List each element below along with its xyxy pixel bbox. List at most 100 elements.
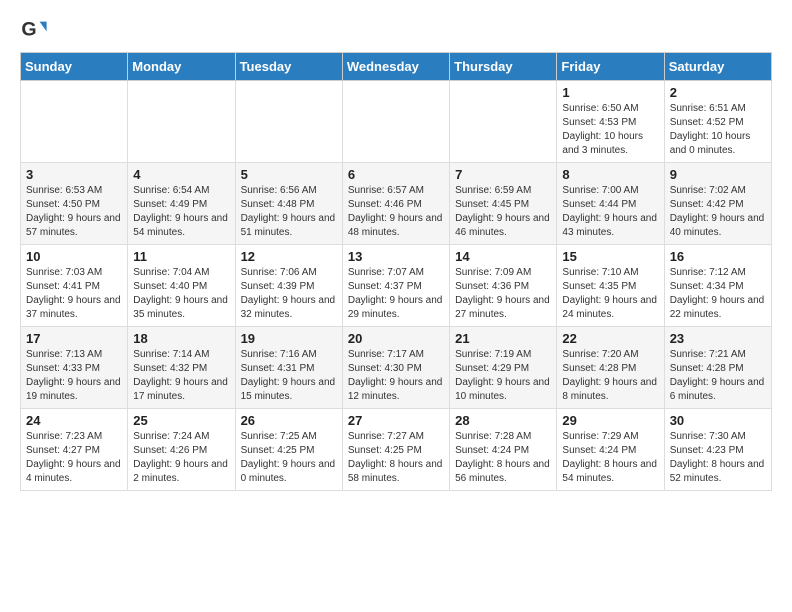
svg-text:G: G [21, 19, 36, 41]
day-info: Sunrise: 7:06 AM Sunset: 4:39 PM Dayligh… [241, 266, 337, 322]
calendar-cell: 18 Sunrise: 7:14 AM Sunset: 4:32 PM Dayli… [128, 327, 235, 409]
day-number: 12 [241, 249, 337, 264]
day-number: 9 [670, 167, 766, 182]
calendar-cell: 30 Sunrise: 7:30 AM Sunset: 4:23 PM Dayli… [664, 409, 771, 491]
day-number: 29 [562, 413, 658, 428]
header-monday: Monday [128, 53, 235, 81]
day-number: 6 [348, 167, 444, 182]
calendar-cell [128, 81, 235, 163]
day-info: Sunrise: 6:56 AM Sunset: 4:48 PM Dayligh… [241, 184, 337, 240]
calendar-cell: 22 Sunrise: 7:20 AM Sunset: 4:28 PM Dayli… [557, 327, 664, 409]
calendar-cell: 6 Sunrise: 6:57 AM Sunset: 4:46 PM Daylig… [342, 163, 449, 245]
day-number: 16 [670, 249, 766, 264]
day-info: Sunrise: 7:04 AM Sunset: 4:40 PM Dayligh… [133, 266, 229, 322]
day-info: Sunrise: 6:59 AM Sunset: 4:45 PM Dayligh… [455, 184, 551, 240]
day-number: 28 [455, 413, 551, 428]
calendar-cell: 28 Sunrise: 7:28 AM Sunset: 4:24 PM Dayli… [450, 409, 557, 491]
day-number: 19 [241, 331, 337, 346]
day-info: Sunrise: 7:24 AM Sunset: 4:26 PM Dayligh… [133, 430, 229, 486]
day-number: 7 [455, 167, 551, 182]
day-info: Sunrise: 7:28 AM Sunset: 4:24 PM Dayligh… [455, 430, 551, 486]
day-info: Sunrise: 7:19 AM Sunset: 4:29 PM Dayligh… [455, 348, 551, 404]
header-tuesday: Tuesday [235, 53, 342, 81]
day-info: Sunrise: 6:53 AM Sunset: 4:50 PM Dayligh… [26, 184, 122, 240]
day-number: 20 [348, 331, 444, 346]
logo: G [20, 16, 52, 44]
calendar-cell: 17Sunrise: 7:13 AM Sunset: 4:33 PM Dayli… [21, 327, 128, 409]
day-number: 10 [26, 249, 122, 264]
day-number: 13 [348, 249, 444, 264]
calendar-cell [235, 81, 342, 163]
calendar-cell: 25Sunrise: 7:24 AM Sunset: 4:26 PM Dayli… [128, 409, 235, 491]
day-info: Sunrise: 7:16 AM Sunset: 4:31 PM Dayligh… [241, 348, 337, 404]
day-info: Sunrise: 7:14 AM Sunset: 4:32 PM Dayligh… [133, 348, 229, 404]
day-number: 27 [348, 413, 444, 428]
day-info: Sunrise: 7:13 AM Sunset: 4:33 PM Dayligh… [26, 348, 122, 404]
day-number: 18 [133, 331, 229, 346]
header-sunday: Sunday [21, 53, 128, 81]
calendar-row-4: 24 Sunrise: 7:23 AM Sunset: 4:27 PM Dayli… [21, 409, 772, 491]
day-info: Sunrise: 7:00 AM Sunset: 4:44 PM Dayligh… [562, 184, 658, 240]
day-number: 14 [455, 249, 551, 264]
header-wednesday: Wednesday [342, 53, 449, 81]
calendar-row-2: 10 Sunrise: 7:03 AM Sunset: 4:41 PM Dayli… [21, 245, 772, 327]
calendar-cell: 21 Sunrise: 7:19 AM Sunset: 4:29 PM Dayli… [450, 327, 557, 409]
calendar-cell: 2 Sunrise: 6:51 AM Sunset: 4:52 PM Daylig… [664, 81, 771, 163]
calendar-cell: 7 Sunrise: 6:59 AM Sunset: 4:45 PM Daylig… [450, 163, 557, 245]
calendar-row-0: 1Sunrise: 6:50 AM Sunset: 4:53 PM Daylig… [21, 81, 772, 163]
day-info: Sunrise: 7:25 AM Sunset: 4:25 PM Dayligh… [241, 430, 337, 486]
calendar-cell [342, 81, 449, 163]
day-info: Sunrise: 7:27 AM Sunset: 4:25 PM Dayligh… [348, 430, 444, 486]
day-info: Sunrise: 7:07 AM Sunset: 4:37 PM Dayligh… [348, 266, 444, 322]
calendar-cell: 5 Sunrise: 6:56 AM Sunset: 4:48 PM Daylig… [235, 163, 342, 245]
calendar-cell: 10 Sunrise: 7:03 AM Sunset: 4:41 PM Dayli… [21, 245, 128, 327]
day-info: Sunrise: 6:57 AM Sunset: 4:46 PM Dayligh… [348, 184, 444, 240]
day-number: 11 [133, 249, 229, 264]
day-info: Sunrise: 7:10 AM Sunset: 4:35 PM Dayligh… [562, 266, 658, 322]
calendar-cell: 16Sunrise: 7:12 AM Sunset: 4:34 PM Dayli… [664, 245, 771, 327]
day-number: 21 [455, 331, 551, 346]
calendar-cell: 9 Sunrise: 7:02 AM Sunset: 4:42 PM Daylig… [664, 163, 771, 245]
calendar-table: SundayMondayTuesdayWednesdayThursdayFrid… [20, 52, 772, 491]
day-info: Sunrise: 7:17 AM Sunset: 4:30 PM Dayligh… [348, 348, 444, 404]
day-number: 5 [241, 167, 337, 182]
calendar-cell: 1Sunrise: 6:50 AM Sunset: 4:53 PM Daylig… [557, 81, 664, 163]
calendar-cell: 20 Sunrise: 7:17 AM Sunset: 4:30 PM Dayli… [342, 327, 449, 409]
day-info: Sunrise: 6:51 AM Sunset: 4:52 PM Dayligh… [670, 102, 766, 158]
calendar-cell: 14 Sunrise: 7:09 AM Sunset: 4:36 PM Dayli… [450, 245, 557, 327]
day-info: Sunrise: 7:23 AM Sunset: 4:27 PM Dayligh… [26, 430, 122, 486]
day-number: 24 [26, 413, 122, 428]
calendar-cell: 19 Sunrise: 7:16 AM Sunset: 4:31 PM Dayli… [235, 327, 342, 409]
day-info: Sunrise: 7:21 AM Sunset: 4:28 PM Dayligh… [670, 348, 766, 404]
day-info: Sunrise: 6:54 AM Sunset: 4:49 PM Dayligh… [133, 184, 229, 240]
calendar-cell: 23Sunrise: 7:21 AM Sunset: 4:28 PM Dayli… [664, 327, 771, 409]
calendar-cell: 11 Sunrise: 7:04 AM Sunset: 4:40 PM Dayli… [128, 245, 235, 327]
header-thursday: Thursday [450, 53, 557, 81]
calendar-header-row: SundayMondayTuesdayWednesdayThursdayFrid… [21, 53, 772, 81]
day-number: 3 [26, 167, 122, 182]
header-saturday: Saturday [664, 53, 771, 81]
calendar-cell: 29 Sunrise: 7:29 AM Sunset: 4:24 PM Dayli… [557, 409, 664, 491]
logo-icon: G [20, 16, 48, 44]
day-info: Sunrise: 7:30 AM Sunset: 4:23 PM Dayligh… [670, 430, 766, 486]
day-number: 26 [241, 413, 337, 428]
day-info: Sunrise: 7:20 AM Sunset: 4:28 PM Dayligh… [562, 348, 658, 404]
calendar-row-1: 3 Sunrise: 6:53 AM Sunset: 4:50 PM Daylig… [21, 163, 772, 245]
day-info: Sunrise: 7:02 AM Sunset: 4:42 PM Dayligh… [670, 184, 766, 240]
calendar-row-3: 17Sunrise: 7:13 AM Sunset: 4:33 PM Dayli… [21, 327, 772, 409]
day-info: Sunrise: 6:50 AM Sunset: 4:53 PM Dayligh… [562, 102, 658, 158]
day-number: 30 [670, 413, 766, 428]
day-number: 4 [133, 167, 229, 182]
calendar-cell [21, 81, 128, 163]
calendar-cell: 15Sunrise: 7:10 AM Sunset: 4:35 PM Dayli… [557, 245, 664, 327]
day-number: 8 [562, 167, 658, 182]
day-number: 22 [562, 331, 658, 346]
day-number: 2 [670, 85, 766, 100]
calendar-cell: 13 Sunrise: 7:07 AM Sunset: 4:37 PM Dayli… [342, 245, 449, 327]
day-info: Sunrise: 7:03 AM Sunset: 4:41 PM Dayligh… [26, 266, 122, 322]
calendar-cell: 3 Sunrise: 6:53 AM Sunset: 4:50 PM Daylig… [21, 163, 128, 245]
day-info: Sunrise: 7:29 AM Sunset: 4:24 PM Dayligh… [562, 430, 658, 486]
calendar-page: G SundayMondayTuesdayWednesdayThursdayFr… [0, 0, 792, 511]
calendar-cell: 12 Sunrise: 7:06 AM Sunset: 4:39 PM Dayli… [235, 245, 342, 327]
day-info: Sunrise: 7:09 AM Sunset: 4:36 PM Dayligh… [455, 266, 551, 322]
